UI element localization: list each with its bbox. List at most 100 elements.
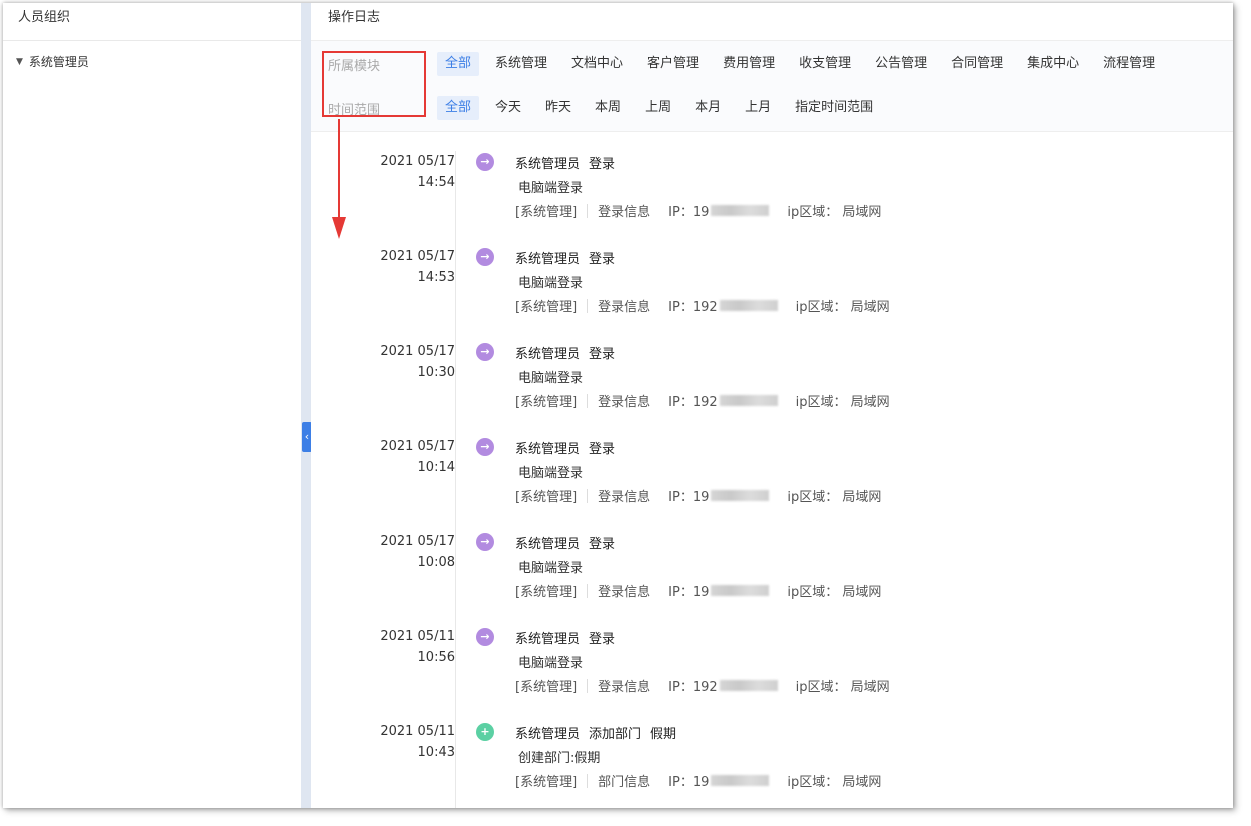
time-filter-chip[interactable]: 本月 [687, 96, 729, 120]
arrow-right-circle-icon: → [476, 438, 494, 456]
time-filter-chip[interactable]: 全部 [437, 96, 480, 120]
entry-category: 登录信息 [598, 300, 651, 315]
entry-region: ip区域： 局域网 [787, 205, 882, 220]
entry-region: ip区域： 局域网 [787, 585, 882, 600]
entry-user: 系统管理员 [515, 727, 581, 742]
log-entry: 2021 05/17 10:30 → 系统管理员 登录 电脑端登录 [系统管理] 登录信息 IP… [341, 341, 1233, 436]
entry-ip: IP：19 [668, 490, 710, 505]
entry-category: 登录信息 [598, 585, 651, 600]
entry-region: ip区域： 局域网 [795, 300, 890, 315]
entry-datetime: 2021 05/11 10:56 [341, 626, 455, 668]
module-filter-chip[interactable]: 全部 [437, 52, 480, 76]
entry-title: 系统管理员 登录 [515, 628, 624, 647]
divider [587, 678, 589, 693]
org-panel-title: 人员组织 [3, 3, 301, 41]
entry-datetime: 2021 05/17 10:14 [341, 436, 455, 478]
entry-datetime: 2021 05/17 10:30 [341, 341, 455, 383]
redacted-ip [719, 300, 778, 311]
entry-module: [系统管理] [515, 775, 578, 790]
entry-time: 14:53 [417, 270, 455, 285]
annotation-highlight-box [322, 51, 426, 117]
entry-ip: IP：19 [668, 775, 710, 790]
entry-module: [系统管理] [515, 395, 578, 410]
module-filter-chip[interactable]: 收支管理 [791, 52, 859, 76]
module-filter-chip[interactable]: 费用管理 [715, 52, 783, 76]
module-chips: 全部 系统管理 文档中心 客户管理 费用管理 收支管理 公告管理 合同管理 集成中心 流程管理 [437, 52, 1171, 76]
redacted-ip [711, 490, 770, 501]
log-entry: 2021 05/11 10:43 + 系统管理员 添加部门 假期 创建部门:假期 [系统管理]… [341, 721, 1233, 808]
divider [587, 583, 589, 598]
app-window: 人员组织 ▼ 系统管理员 ‹ 操作日志 所属模块 全部 系统管理 文档中心 客户管理费… [3, 3, 1233, 808]
divider [587, 488, 589, 503]
entry-action: 登录 [589, 157, 616, 172]
entry-meta: [系统管理] 登录信息 IP：19 ip区域： 局域网 [515, 581, 881, 600]
module-filter-chip[interactable]: 流程管理 [1095, 52, 1163, 76]
entry-meta: [系统管理] 部门信息 IP：19 ip区域： 局域网 [515, 771, 881, 790]
entry-title: 系统管理员 登录 [515, 248, 624, 267]
entry-action: 登录 [589, 632, 616, 647]
entry-datetime: 2021 05/17 10:08 [341, 531, 455, 573]
log-entry: 2021 05/17 10:14 → 系统管理员 登录 电脑端登录 [系统管理] 登录信息 IP… [341, 436, 1233, 531]
filter-area: 所属模块 全部 系统管理 文档中心 客户管理 费用管理 收支管理 公告管理 合同管理 集成中心流… [311, 41, 1233, 239]
org-panel: 人员组织 ▼ 系统管理员 [3, 3, 302, 808]
entry-time: 10:30 [417, 365, 455, 380]
redacted-ip [711, 205, 770, 216]
entry-time: 10:56 [417, 650, 455, 665]
entry-time: 10:14 [417, 460, 455, 475]
divider [587, 393, 589, 408]
entry-date: 2021 05/17 [380, 439, 455, 454]
time-filter-chip[interactable]: 昨天 [537, 96, 579, 120]
entry-user: 系统管理员 [515, 252, 581, 267]
entry-user: 系统管理员 [515, 442, 581, 457]
entry-date: 2021 05/11 [380, 629, 455, 644]
time-filter-chip[interactable]: 今天 [487, 96, 529, 120]
entry-category: 登录信息 [598, 395, 651, 410]
entry-time: 14:54 [417, 175, 455, 190]
entry-description: 创建部门:假期 [518, 751, 601, 766]
entry-meta: [系统管理] 登录信息 IP：19 ip区域： 局域网 [515, 201, 881, 220]
entry-time: 10:08 [417, 555, 455, 570]
entry-user: 系统管理员 [515, 157, 581, 172]
module-filter-chip[interactable]: 客户管理 [639, 52, 707, 76]
arrow-right-circle-icon: → [476, 533, 494, 551]
panel-splitter[interactable] [301, 3, 311, 808]
entry-action: 登录 [589, 442, 616, 457]
entry-category: 部门信息 [598, 775, 651, 790]
entry-title: 系统管理员 登录 [515, 438, 624, 457]
tree-node-admin[interactable]: ▼ 系统管理员 [3, 53, 301, 70]
log-entry: 2021 05/17 10:08 → 系统管理员 登录 电脑端登录 [系统管理] 登录信息 IP… [341, 531, 1233, 626]
entry-description: 电脑端登录 [518, 656, 584, 671]
tree-node-label: 系统管理员 [28, 55, 89, 69]
entry-title: 系统管理员 登录 [515, 533, 624, 552]
time-filter-chip[interactable]: 本周 [587, 96, 629, 120]
arrow-right-circle-icon: → [476, 248, 494, 266]
module-filter-chip[interactable]: 文档中心 [563, 52, 631, 76]
arrow-right-circle-icon: → [476, 628, 494, 646]
entry-ip: IP：19 [668, 585, 710, 600]
time-filter-chip[interactable]: 上周 [637, 96, 679, 120]
entry-description: 电脑端登录 [518, 276, 584, 291]
entry-ip: IP：19 [668, 205, 710, 220]
entry-description: 电脑端登录 [518, 371, 584, 386]
entry-module: [系统管理] [515, 300, 578, 315]
entry-datetime: 2021 05/17 14:53 [341, 246, 455, 288]
entry-region: ip区域： 局域网 [795, 395, 890, 410]
module-filter-chip[interactable]: 公告管理 [867, 52, 935, 76]
page-title: 操作日志 [311, 3, 1233, 41]
module-filter-chip[interactable]: 集成中心 [1019, 52, 1087, 76]
time-chips: 全部 今天 昨天 本周 上周 本月 上月 指定时间范围 [437, 96, 889, 120]
divider [587, 773, 589, 788]
log-entry: 2021 05/17 14:53 → 系统管理员 登录 电脑端登录 [系统管理] 登录信息 IP… [341, 246, 1233, 341]
module-filter-chip[interactable]: 合同管理 [943, 52, 1011, 76]
entry-category: 登录信息 [598, 205, 651, 220]
entry-time: 10:43 [417, 745, 455, 760]
module-filter-chip[interactable]: 系统管理 [487, 52, 555, 76]
time-filter-chip[interactable]: 上月 [737, 96, 779, 120]
time-filter-chip[interactable]: 指定时间范围 [787, 96, 881, 120]
caret-down-icon[interactable]: ▼ [16, 57, 23, 67]
entry-meta: [系统管理] 登录信息 IP：192 ip区域： 局域网 [515, 391, 890, 410]
entry-action: 登录 [589, 252, 616, 267]
entry-title: 系统管理员 登录 [515, 343, 624, 362]
entry-date: 2021 05/17 [380, 249, 455, 264]
log-entry: 2021 05/11 10:56 → 系统管理员 登录 电脑端登录 [系统管理] 登录信息 IP… [341, 626, 1233, 721]
